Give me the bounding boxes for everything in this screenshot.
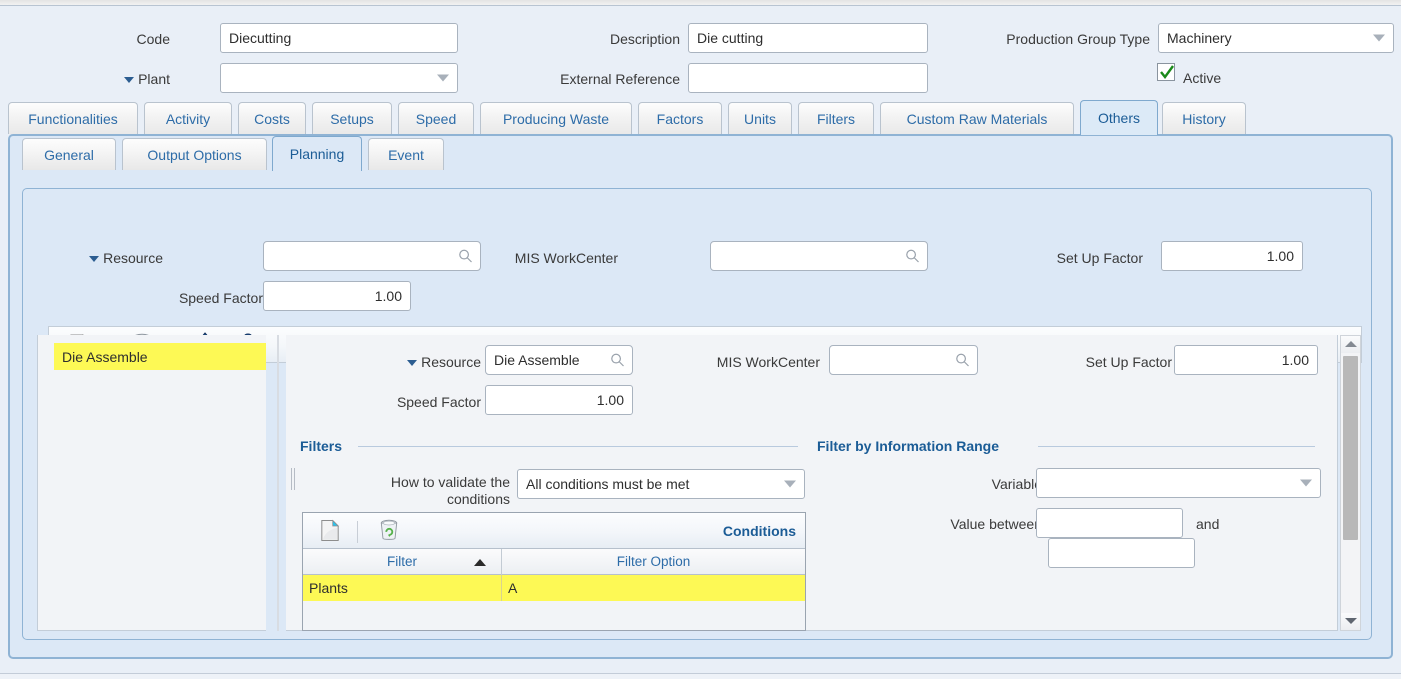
active-label: Active [1183, 70, 1222, 86]
table-row[interactable]: Plants A [303, 575, 805, 601]
resource-list-pane[interactable]: Die Assemble [37, 335, 266, 631]
production-group-type-value: Machinery [1167, 30, 1232, 46]
code-input[interactable]: Diecutting [220, 23, 458, 53]
list-item[interactable]: Die Assemble [54, 343, 266, 370]
value-between-label: Value between [950, 516, 1042, 532]
tab-custom-raw-materials[interactable]: Custom Raw Materials [880, 102, 1074, 134]
subtab-planning[interactable]: Planning [272, 136, 362, 171]
list-detail-splitter[interactable] [277, 335, 279, 631]
tab-units[interactable]: Units [728, 102, 792, 134]
search-icon[interactable] [955, 353, 970, 368]
arrow-up-icon [1344, 341, 1357, 347]
resource-dropdown-indicator-icon [407, 360, 418, 367]
conditions-grid-toolbar: Conditions [303, 513, 805, 549]
validate-conditions-label: How to validate the conditions [390, 474, 510, 507]
plant-combo[interactable] [220, 63, 458, 93]
value-from-input[interactable] [1036, 508, 1183, 538]
chevron-down-icon [784, 480, 796, 488]
subtab-general[interactable]: General [22, 138, 116, 170]
tab-filters[interactable]: Filters [798, 102, 874, 134]
production-group-type-label: Production Group Type [1006, 31, 1150, 47]
detail-speed-factor-input[interactable]: 1.00 [485, 385, 633, 415]
planning-setup-factor-label: Set Up Factor [1056, 250, 1143, 266]
new-condition-button[interactable] [320, 519, 340, 545]
column-header-filter[interactable]: Filter [303, 549, 501, 575]
variable-combo[interactable] [1036, 468, 1321, 498]
planning-speed-factor-label: Speed Factor [178, 290, 263, 306]
plant-label: Plant [84, 70, 170, 88]
planning-resource-label: Resource [63, 249, 163, 267]
and-label: and [1196, 516, 1220, 532]
subtab-output-options[interactable]: Output Options [122, 138, 267, 170]
scroll-down-button[interactable] [1341, 613, 1360, 630]
chevron-down-icon [1373, 34, 1385, 42]
code-label: Code [136, 31, 170, 47]
arrow-down-icon [1344, 618, 1357, 624]
info-range-group-title: Filter by Information Range [817, 438, 1000, 454]
new-document-icon [321, 519, 340, 541]
description-label: Description [609, 31, 680, 47]
tab-speed[interactable]: Speed [398, 102, 474, 134]
detail-resource-input[interactable]: Die Assemble [485, 345, 633, 375]
planning-setup-factor-input[interactable]: 1.00 [1161, 241, 1303, 271]
tab-factors[interactable]: Factors [638, 102, 722, 134]
resource-detail-pane: Resource Die Assemble MIS WorkCenter Set… [286, 335, 1338, 631]
resource-dropdown-indicator-icon [89, 256, 100, 263]
delete-condition-button[interactable] [378, 519, 400, 545]
variable-label: Variable [991, 476, 1042, 492]
tab-functionalities[interactable]: Functionalities [8, 102, 138, 134]
planning-mis-workcenter-label: MIS WorkCenter [514, 250, 618, 266]
detail-setup-factor-label: Set Up Factor [1085, 354, 1172, 370]
checkmark-icon [1160, 65, 1174, 79]
tab-others[interactable]: Others [1080, 100, 1158, 135]
window-bottom-edge [0, 673, 1401, 679]
toolbar-separator [357, 521, 358, 543]
detail-mis-workcenter-input[interactable] [829, 345, 978, 375]
conditions-grid-title: Conditions [722, 522, 796, 539]
application-window: Code Diecutting Plant Description Die cu… [0, 0, 1401, 679]
sort-ascending-icon [474, 559, 486, 566]
value-to-input[interactable] [1048, 538, 1195, 568]
filters-grip-handle[interactable] [290, 468, 297, 490]
planning-speed-factor-input[interactable]: 1.00 [263, 281, 411, 311]
search-icon[interactable] [905, 249, 920, 264]
info-range-group-divider [1038, 446, 1315, 447]
planning-mis-workcenter-input[interactable] [710, 241, 928, 271]
detail-speed-factor-label: Speed Factor [396, 394, 481, 410]
validate-conditions-value: All conditions must be met [526, 476, 690, 492]
cell-filter-option: A [508, 580, 518, 596]
filters-group-divider [358, 446, 798, 447]
plant-dropdown-indicator-icon [124, 77, 135, 84]
subtab-event[interactable]: Event [368, 138, 444, 170]
tab-costs[interactable]: Costs [238, 102, 306, 134]
recycle-bin-icon [380, 519, 398, 540]
detail-setup-factor-input[interactable]: 1.00 [1174, 345, 1318, 375]
active-checkbox[interactable] [1157, 63, 1175, 81]
chevron-down-icon [437, 74, 449, 82]
column-header-filter-option[interactable]: Filter Option [502, 549, 805, 575]
external-reference-label: External Reference [560, 71, 680, 87]
tab-history[interactable]: History [1162, 102, 1246, 134]
detail-resource-value: Die Assemble [494, 352, 580, 368]
header-form: Code Diecutting Plant Description Die cu… [0, 6, 1401, 98]
detail-vertical-scrollbar[interactable] [1340, 335, 1361, 631]
scroll-up-button[interactable] [1341, 336, 1360, 353]
production-group-type-combo[interactable]: Machinery [1158, 23, 1394, 53]
cell-filter: Plants [309, 580, 348, 596]
validate-conditions-combo[interactable]: All conditions must be met [517, 469, 805, 499]
conditions-grid-header: Filter Filter Option [303, 549, 805, 575]
tab-activity[interactable]: Activity [144, 102, 232, 134]
chevron-down-icon [1300, 479, 1312, 487]
tab-setups[interactable]: Setups [312, 102, 392, 134]
external-reference-input[interactable] [688, 63, 928, 93]
main-tab-strip: Functionalities Activity Costs Setups Sp… [0, 100, 1401, 136]
search-icon[interactable] [610, 353, 625, 368]
detail-mis-workcenter-label: MIS WorkCenter [716, 354, 820, 370]
description-input[interactable]: Die cutting [688, 23, 928, 53]
conditions-grid: Conditions Filter Filter Option Plants A [302, 512, 806, 631]
detail-resource-label: Resource [366, 353, 481, 371]
scrollbar-thumb[interactable] [1343, 356, 1358, 540]
filters-group-title: Filters [300, 438, 343, 454]
tab-producing-waste[interactable]: Producing Waste [480, 102, 632, 134]
